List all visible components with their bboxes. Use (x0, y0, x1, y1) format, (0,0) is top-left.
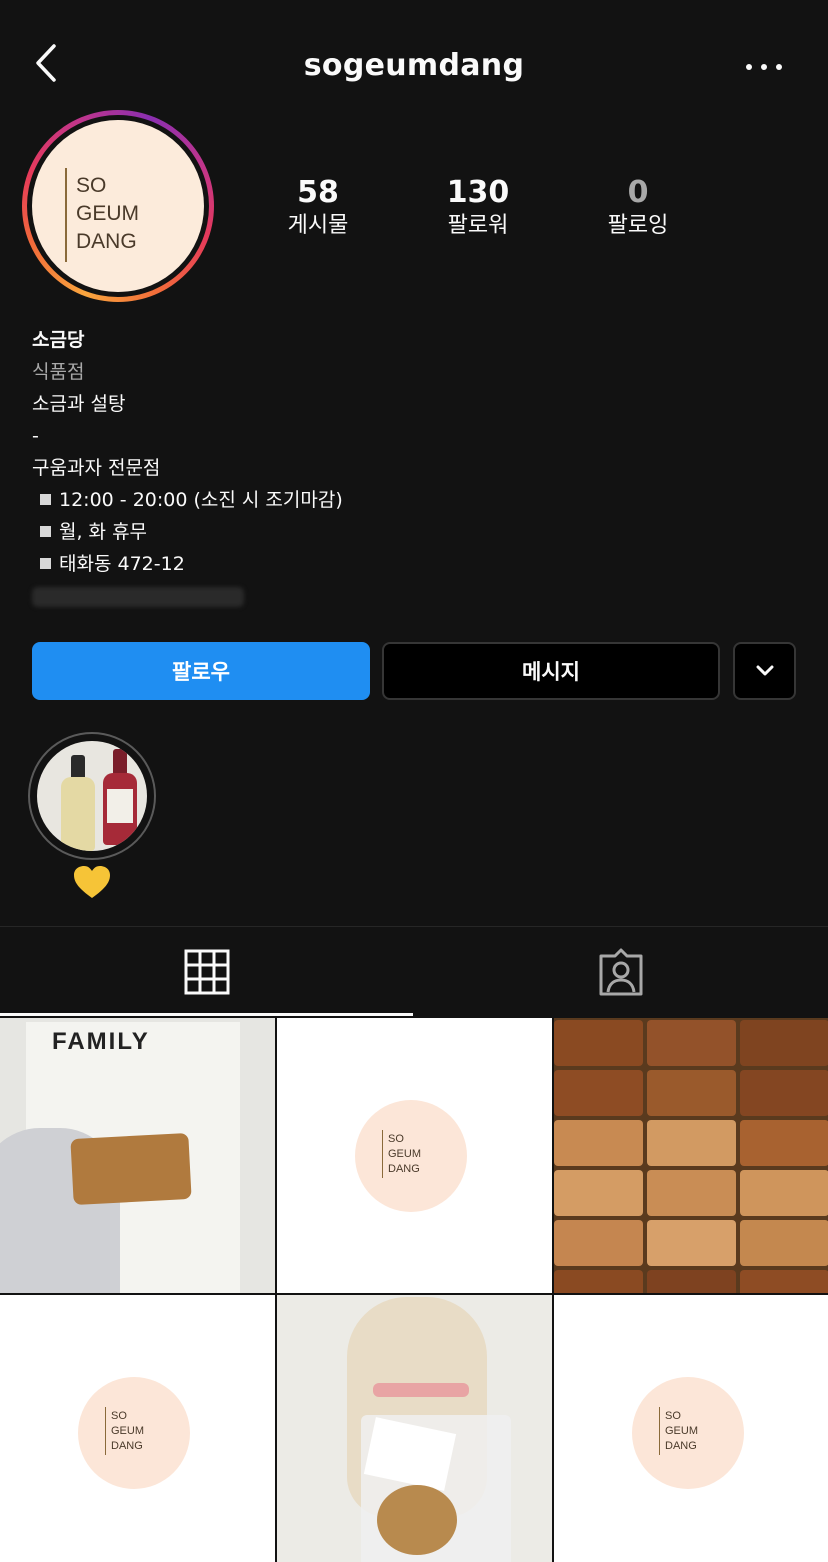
active-tab-indicator (0, 1013, 413, 1016)
ellipsis-dot (776, 64, 782, 70)
bio-bullet: 월, 화 휴무 (32, 516, 343, 548)
ellipsis-dot (761, 64, 767, 70)
logo-line: DANG (76, 230, 137, 253)
posts-grid: FAMILY SO GEUM DANG SO GEUM DANG SO GEUM… (0, 1018, 828, 1562)
bottle-image (103, 749, 137, 845)
logo-bar (382, 1130, 383, 1178)
logo-line: GEUM (665, 1425, 698, 1437)
bio-bullet-text: 12:00 - 20:00 (소진 시 조기마감) (59, 489, 343, 511)
bio: 소금당 식품점 소금과 설탕 - 구움과자 전문점 12:00 - 20:00 … (32, 324, 343, 612)
logo-line: SO (76, 174, 107, 197)
tab-tagged[interactable] (414, 928, 828, 1016)
logo-line: SO (665, 1410, 681, 1422)
logo-line: DANG (665, 1440, 697, 1452)
logo-line: GEUM (111, 1425, 144, 1437)
grid-icon (184, 949, 230, 995)
post-thumbnail[interactable]: FAMILY (0, 1018, 275, 1293)
avatar-logo: SO GEUM DANG (76, 172, 139, 256)
post-logo: SO GEUM DANG (632, 1377, 744, 1489)
logo-line: GEUM (388, 1148, 421, 1160)
bio-bullet: 태화동 472-12 (32, 548, 343, 580)
bio-bullet: 12:00 - 20:00 (소진 시 조기마감) (32, 484, 343, 516)
post-logo-text: SO GEUM DANG (388, 1132, 421, 1177)
post-family-text: FAMILY (52, 1028, 150, 1055)
logo-bar (65, 168, 67, 262)
post-thumbnail[interactable]: SO GEUM DANG (0, 1295, 275, 1562)
logo-bar (659, 1407, 660, 1455)
post-logo: SO GEUM DANG (78, 1377, 190, 1489)
cookie (377, 1485, 457, 1555)
logo-line: DANG (388, 1163, 420, 1175)
stat-followers-label: 팔로워 (447, 213, 509, 238)
avatar[interactable]: SO GEUM DANG (32, 120, 204, 292)
square-bullet-icon (40, 526, 51, 537)
tagged-person-icon (599, 948, 643, 996)
post-thumbnail[interactable] (277, 1295, 552, 1562)
stat-posts[interactable]: 58 게시물 (248, 175, 388, 241)
suggested-accounts-button[interactable] (733, 642, 796, 700)
stat-followers-value: 130 (446, 175, 510, 210)
post-thumbnail[interactable]: SO GEUM DANG (554, 1295, 828, 1562)
post-logo-text: SO GEUM DANG (665, 1409, 698, 1454)
logo-line: DANG (111, 1440, 143, 1452)
profile-category[interactable]: 식품점 (32, 356, 343, 388)
tab-divider (0, 926, 828, 927)
chevron-down-icon (756, 665, 773, 676)
stat-following-value: 0 (627, 175, 649, 210)
post-logo-text: SO GEUM DANG (111, 1409, 144, 1454)
story-ring[interactable]: SO GEUM DANG (22, 110, 214, 302)
logo-line: GEUM (76, 202, 139, 225)
bottle-image (61, 755, 95, 851)
message-button[interactable]: 메시지 (382, 642, 720, 700)
follow-button[interactable]: 팔로우 (32, 642, 370, 700)
profile-username: sogeumdang (303, 48, 525, 83)
profile-name: 소금당 (32, 329, 85, 351)
logo-bar (105, 1407, 106, 1455)
pink-ribbon (373, 1383, 469, 1397)
more-options-button[interactable] (738, 52, 790, 82)
bio-line: 구움과자 전문점 (32, 457, 161, 479)
post-thumbnail[interactable] (554, 1018, 828, 1293)
yellow-heart-icon (72, 864, 112, 900)
logo-line: SO (111, 1410, 127, 1422)
bio-line: - (32, 425, 39, 447)
logo-line: SO (388, 1133, 404, 1145)
bio-line: 소금과 설탕 (32, 393, 126, 415)
post-thumbnail[interactable]: SO GEUM DANG (277, 1018, 552, 1293)
stat-following-label: 팔로잉 (607, 213, 669, 238)
square-bullet-icon (40, 558, 51, 569)
highlight-cover (37, 741, 147, 851)
bio-bullet-text: 월, 화 휴무 (59, 521, 148, 543)
story-highlight[interactable] (28, 732, 156, 860)
bio-bullet-text: 태화동 472-12 (59, 553, 185, 575)
ellipsis-icon (746, 64, 752, 70)
stat-following[interactable]: 0 팔로잉 (568, 175, 708, 241)
blurred-mention (32, 587, 244, 607)
stat-followers[interactable]: 130 팔로워 (408, 175, 548, 241)
post-logo: SO GEUM DANG (355, 1100, 467, 1212)
cake-piece (70, 1132, 192, 1206)
blurred-line (32, 580, 343, 612)
square-bullet-icon (40, 494, 51, 505)
stat-posts-value: 58 (297, 175, 339, 210)
tab-posts-grid[interactable] (0, 928, 414, 1016)
stat-posts-label: 게시물 (287, 213, 349, 238)
